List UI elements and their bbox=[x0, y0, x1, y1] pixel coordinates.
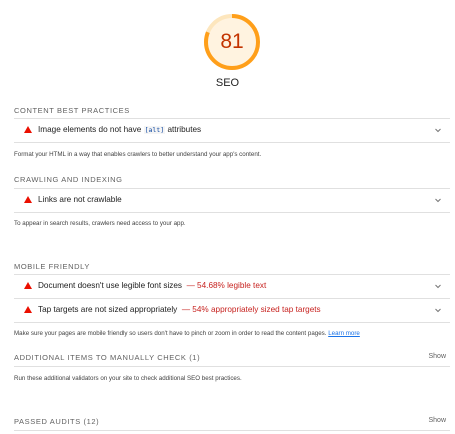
audit-font-size[interactable]: Document doesn't use legible font sizes … bbox=[14, 277, 450, 297]
audit-display-value: — 54% appropriately sized tap targets bbox=[181, 305, 321, 314]
divider bbox=[14, 142, 450, 143]
chevron-down-icon[interactable] bbox=[434, 282, 442, 290]
learn-more-link[interactable]: Learn more bbox=[328, 330, 360, 337]
category-title: SEO bbox=[215, 77, 240, 89]
divider bbox=[14, 118, 450, 119]
chevron-down-icon[interactable] bbox=[434, 196, 442, 204]
section-description: Make sure your pages are mobile friendly… bbox=[14, 330, 360, 337]
section-description: Format your HTML in a way that enables c… bbox=[14, 151, 262, 158]
audit-tap-targets[interactable]: Tap targets are not sized appropriately … bbox=[14, 301, 450, 321]
divider bbox=[14, 212, 450, 213]
section-title-crawling-and-indexing: CRAWLING AND INDEXING bbox=[14, 175, 123, 184]
audit-title: Document doesn't use legible font sizes … bbox=[38, 281, 267, 290]
divider bbox=[14, 430, 450, 431]
audit-display-value: — 54.68% legible text bbox=[186, 281, 267, 290]
audit-title: Links are not crawlable bbox=[38, 195, 122, 204]
section-description: To appear in search results, crawlers ne… bbox=[14, 220, 186, 227]
show-manual-button[interactable]: Show bbox=[428, 353, 446, 360]
section-title-passed-audits[interactable]: PASSED AUDITS (12) bbox=[14, 417, 99, 426]
show-passed-button[interactable]: Show bbox=[428, 417, 446, 424]
chevron-down-icon[interactable] bbox=[434, 306, 442, 314]
section-title-mobile-friendly: MOBILE FRIENDLY bbox=[14, 262, 90, 271]
audit-code: [alt] bbox=[143, 126, 166, 134]
score-gauge-area: 81 SEO bbox=[0, 0, 455, 100]
audit-title: Image elements do not have [alt] attribu… bbox=[38, 125, 202, 134]
audit-links-crawlable[interactable]: Links are not crawlable bbox=[14, 191, 450, 211]
divider bbox=[14, 366, 450, 367]
divider bbox=[14, 274, 450, 275]
score-gauge: 81 bbox=[202, 12, 262, 72]
section-title-content-best-practices: CONTENT BEST PRACTICES bbox=[14, 106, 130, 115]
warning-triangle-icon bbox=[24, 306, 32, 313]
warning-triangle-icon bbox=[24, 126, 32, 133]
section-title-manual-checks[interactable]: ADDITIONAL ITEMS TO MANUALLY CHECK (1) bbox=[14, 353, 200, 362]
audit-title: Tap targets are not sized appropriately … bbox=[38, 305, 321, 314]
score-value: 81 bbox=[220, 30, 244, 53]
warning-triangle-icon bbox=[24, 282, 32, 289]
divider bbox=[14, 298, 450, 299]
divider bbox=[14, 322, 450, 323]
section-description: Run these additional validators on your … bbox=[14, 375, 242, 382]
audit-image-alt[interactable]: Image elements do not have [alt] attribu… bbox=[14, 121, 450, 141]
chevron-down-icon[interactable] bbox=[434, 126, 442, 134]
warning-triangle-icon bbox=[24, 196, 32, 203]
divider bbox=[14, 188, 450, 189]
